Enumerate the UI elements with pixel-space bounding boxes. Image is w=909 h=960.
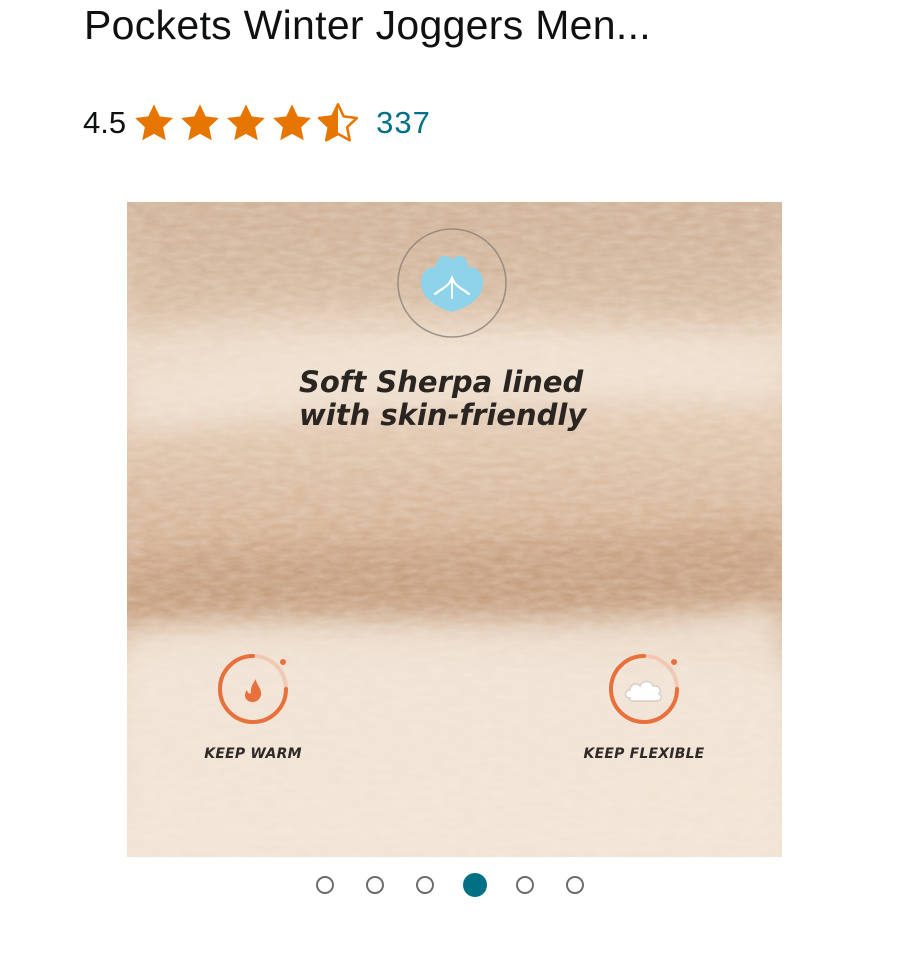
carousel-dot-active[interactable] — [463, 873, 487, 897]
carousel-dot[interactable] — [516, 876, 534, 894]
cotton-icon — [397, 228, 507, 338]
star-half-icon — [317, 103, 359, 142]
rating-value: 4.5 — [83, 105, 127, 140]
carousel-pagination[interactable] — [316, 873, 616, 897]
flame-icon — [218, 654, 288, 724]
feature-keep-warm: KEEP WARM — [173, 648, 333, 762]
star-full-icon — [227, 104, 265, 141]
carousel-dot[interactable] — [316, 876, 334, 894]
star-full-icon — [273, 104, 311, 141]
carousel-dot[interactable] — [366, 876, 384, 894]
review-count-link[interactable]: 337 — [376, 105, 431, 141]
product-image-gallery[interactable]: Soft Sherpa lined with skin-friendly KEE… — [127, 202, 782, 857]
feature-label-keep-flexible: KEEP FLEXIBLE — [583, 746, 705, 762]
feature-headline: Soft Sherpa lined with skin-friendly — [299, 365, 587, 432]
star-full-icon — [135, 104, 173, 141]
rating-row[interactable]: 4.5 337 — [83, 98, 431, 148]
carousel-dot[interactable] — [416, 876, 434, 894]
star-full-icon — [181, 104, 219, 141]
product-title: Pockets Winter Joggers Men... — [84, 2, 651, 48]
feature-label-keep-warm: KEEP WARM — [204, 746, 302, 762]
carousel-dot[interactable] — [566, 876, 584, 894]
feature-keep-flexible: KEEP FLEXIBLE — [564, 648, 724, 762]
star-rating[interactable] — [132, 101, 362, 145]
cloud-icon — [609, 654, 679, 724]
